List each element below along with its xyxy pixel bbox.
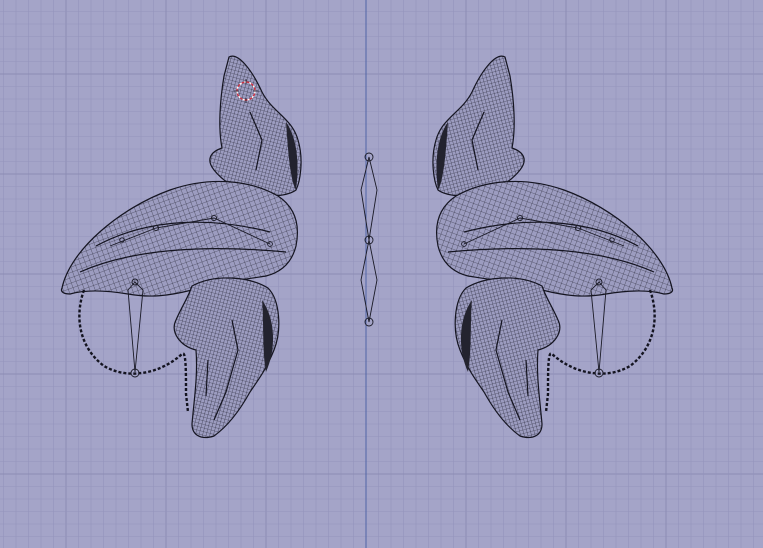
wing-mesh-right[interactable]	[431, 54, 674, 439]
viewport-scene[interactable]	[0, 0, 763, 548]
wing-mesh-left[interactable]	[60, 54, 303, 439]
3d-viewport[interactable]	[0, 0, 763, 548]
armature-center[interactable]	[360, 152, 378, 327]
